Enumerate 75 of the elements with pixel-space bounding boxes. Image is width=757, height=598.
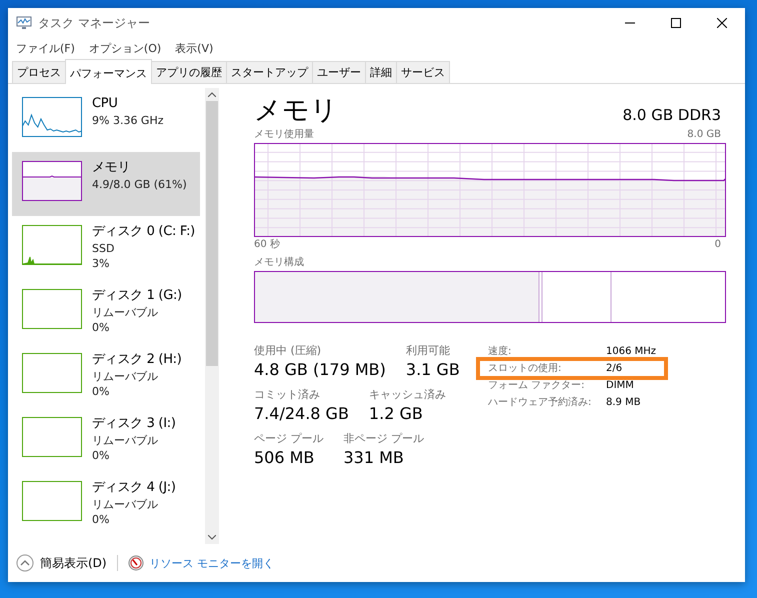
detail-label: スロットの使用: (488, 362, 562, 376)
stat-label: 利用可能 (406, 343, 451, 358)
detail-value: 8.9 MB (606, 396, 641, 410)
scroll-down-icon (208, 535, 216, 540)
detail-label: 速度: (488, 344, 512, 359)
detail-label: ハードウェア予約済み: (488, 396, 592, 410)
stat-value: 3.1 GB (406, 359, 460, 381)
item-detail: リムーバブル (92, 305, 159, 320)
detail-value: 2/6 (606, 362, 622, 376)
stat-label: 使用中 (圧縮) (254, 343, 322, 358)
item-detail: リムーバブル (92, 369, 159, 384)
axis-label: 0 (714, 238, 721, 252)
scroll-thumb[interactable] (206, 101, 218, 366)
item-title: ディスク 2 (H:) (92, 351, 182, 369)
sidebar-item[interactable]: ディスク 4 (J:) リムーバブル 0% (12, 472, 200, 536)
tab[interactable]: アプリの履歴 (151, 61, 227, 83)
memory-capacity: 8.0 GB DDR3 (622, 106, 721, 124)
item-title: ディスク 3 (I:) (92, 415, 176, 433)
detail-value: DIMM (606, 379, 634, 393)
collapse-icon (16, 554, 34, 572)
item-detail: リムーバブル (92, 433, 159, 448)
tab[interactable]: ユーザー (312, 61, 366, 83)
menu-item[interactable]: 表示(V) (175, 41, 214, 56)
axis-label: 60 秒 (254, 238, 280, 252)
sidebar-item[interactable]: メモリ 4.9/8.0 GB (61%) (12, 152, 200, 216)
window-title: タスク マネージャー (38, 14, 150, 32)
item-detail: 0% (92, 448, 110, 463)
stat-value: 7.4/24.8 GB (254, 403, 349, 425)
tab[interactable]: スタートアップ (226, 61, 313, 83)
tab[interactable]: プロセス (12, 61, 66, 83)
item-detail: 3% (92, 256, 110, 271)
item-title: CPU (92, 95, 119, 113)
detail-label: フォーム ファクター: (488, 379, 586, 393)
tab[interactable]: サービス (396, 61, 450, 83)
menu-item[interactable]: ファイル(F) (16, 41, 75, 56)
item-detail: 9% 3.36 GHz (92, 113, 164, 128)
panel-title: メモリ (254, 94, 338, 128)
stat-value: 4.8 GB (179 MB) (254, 359, 386, 381)
sidebar-item[interactable]: ディスク 0 (C: F:) SSD 3% (12, 216, 200, 280)
tab[interactable]: パフォーマンス (65, 59, 152, 84)
scroll-up-icon (208, 92, 216, 97)
fewer-details-button[interactable]: 簡易表示(D) (16, 554, 107, 572)
stat-value: 1.2 GB (368, 403, 424, 425)
item-detail: 4.9/8.0 GB (61%) (92, 177, 187, 192)
item-detail: 0% (92, 384, 110, 399)
stat-label: 非ページ プール (344, 431, 424, 446)
sidebar-item[interactable]: ディスク 1 (G:) リムーバブル 0% (12, 280, 200, 344)
menu-item[interactable]: オプション(O) (88, 41, 162, 56)
detail-value: 1066 MHz (606, 345, 656, 359)
monitor-icon (16, 16, 32, 30)
stat-value: 331 MB (344, 447, 405, 469)
graph-label: メモリ構成 (254, 256, 305, 270)
item-detail: リムーバブル (92, 497, 159, 512)
stat-label: コミット済み (254, 387, 321, 402)
item-title: ディスク 0 (C: F:) (92, 223, 195, 241)
graph-label: メモリ使用量 (254, 128, 314, 142)
item-detail: 0% (92, 512, 110, 527)
item-title: メモリ (92, 159, 132, 177)
stat-value: 506 MB (254, 447, 316, 469)
maximize-icon (671, 18, 681, 28)
item-detail: SSD (92, 241, 116, 256)
close-icon (717, 18, 727, 28)
graph-max-label: 8.0 GB (687, 128, 721, 142)
gauge-icon (128, 555, 144, 571)
item-title: ディスク 4 (J:) (92, 479, 176, 497)
sidebar-item[interactable]: ディスク 3 (I:) リムーバブル 0% (12, 408, 200, 472)
resource-monitor-link[interactable]: リソース モニターを開く (150, 556, 274, 570)
scrollbar[interactable] (205, 88, 219, 544)
tab[interactable]: 詳細 (365, 61, 397, 83)
stat-label: キャッシュ済み (368, 387, 446, 402)
stat-label: ページ プール (254, 431, 324, 446)
sidebar-item[interactable]: CPU 9% 3.36 GHz (12, 88, 200, 152)
item-detail: 0% (92, 320, 110, 335)
item-title: ディスク 1 (G:) (92, 287, 182, 305)
sidebar-item[interactable]: ディスク 2 (H:) リムーバブル 0% (12, 344, 200, 408)
